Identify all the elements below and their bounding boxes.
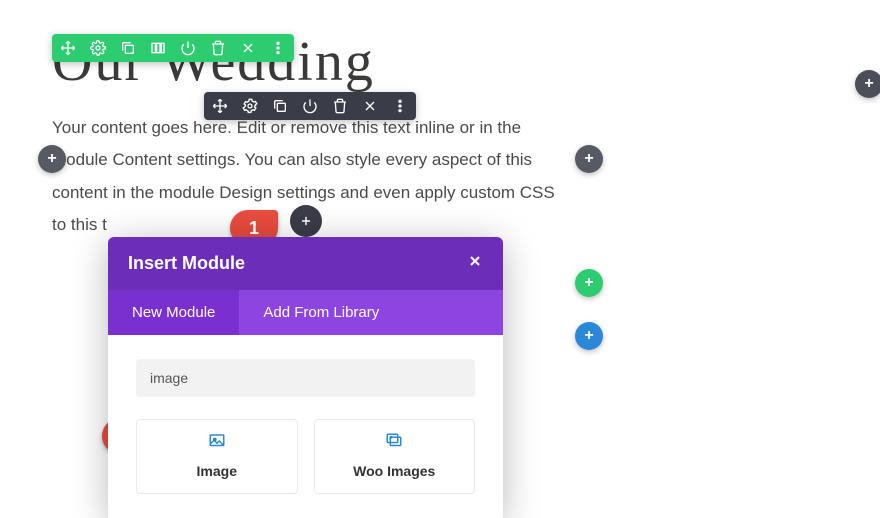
more-icon[interactable]	[270, 40, 286, 56]
modal-close-button[interactable]	[467, 253, 483, 274]
modal-title: Insert Module	[128, 253, 245, 274]
modal-header: Insert Module	[108, 237, 503, 290]
more-icon[interactable]	[392, 98, 408, 114]
tab-new-module[interactable]: New Module	[108, 290, 239, 335]
add-global-button[interactable]: +	[855, 70, 880, 98]
close-icon[interactable]	[362, 98, 378, 114]
add-module-button[interactable]: +	[575, 322, 603, 350]
gear-icon[interactable]	[242, 98, 258, 114]
move-icon[interactable]	[212, 98, 228, 114]
module-card-image[interactable]: Image	[136, 419, 298, 494]
duplicate-icon[interactable]	[272, 98, 288, 114]
trash-icon[interactable]	[332, 98, 348, 114]
add-section-button[interactable]: +	[575, 269, 603, 297]
add-row-left-button[interactable]: +	[38, 145, 66, 173]
add-row-right-button[interactable]: +	[575, 145, 603, 173]
tab-add-from-library[interactable]: Add From Library	[239, 290, 403, 335]
image-icon	[145, 432, 289, 455]
section-toolbar	[52, 34, 294, 62]
duplicate-icon[interactable]	[120, 40, 136, 56]
woo-images-icon	[323, 432, 467, 455]
close-icon[interactable]	[240, 40, 256, 56]
power-icon[interactable]	[302, 98, 318, 114]
modal-tabs: New Module Add From Library	[108, 290, 503, 335]
gear-icon[interactable]	[90, 40, 106, 56]
module-search-input[interactable]	[136, 359, 475, 397]
module-label: Image	[145, 463, 289, 479]
power-icon[interactable]	[180, 40, 196, 56]
move-icon[interactable]	[60, 40, 76, 56]
module-card-woo-images[interactable]: Woo Images	[314, 419, 476, 494]
module-toolbar	[204, 92, 416, 120]
insert-module-trigger[interactable]	[290, 205, 322, 237]
columns-icon[interactable]	[150, 40, 166, 56]
insert-module-modal: Insert Module New Module Add From Librar…	[108, 237, 503, 518]
trash-icon[interactable]	[210, 40, 226, 56]
module-label: Woo Images	[323, 463, 467, 479]
